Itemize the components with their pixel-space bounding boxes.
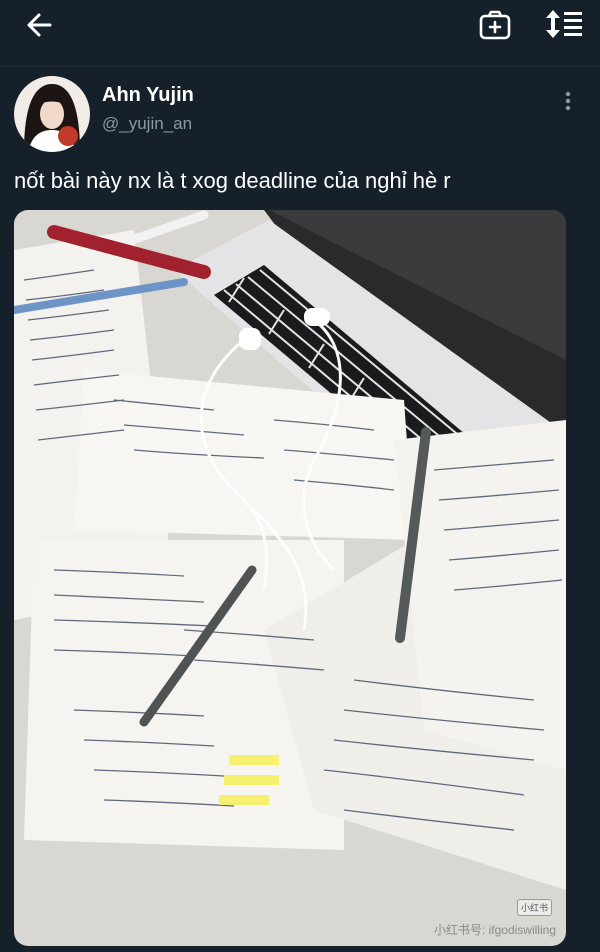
top-app-bar bbox=[0, 0, 600, 50]
avatar[interactable] bbox=[14, 76, 90, 152]
author-name[interactable]: Ahn Yujin bbox=[102, 84, 194, 107]
watermark-badge: 小红书 bbox=[516, 899, 552, 916]
header-divider bbox=[0, 66, 600, 67]
camera-plus-icon[interactable] bbox=[478, 10, 512, 40]
tweet-text: nốt bài này nx là t xog deadline của ngh… bbox=[14, 168, 451, 193]
arrow-left-icon[interactable] bbox=[22, 10, 58, 40]
watermark-source: 小红书号: ifgodiswilling bbox=[433, 923, 556, 937]
author-handle[interactable]: @_yujin_an bbox=[102, 114, 192, 134]
more-vertical-icon[interactable] bbox=[558, 90, 578, 112]
tweet-photo[interactable]: 小红书 小红书号: ifgodiswilling bbox=[14, 210, 566, 946]
sort-list-icon[interactable] bbox=[545, 8, 585, 40]
